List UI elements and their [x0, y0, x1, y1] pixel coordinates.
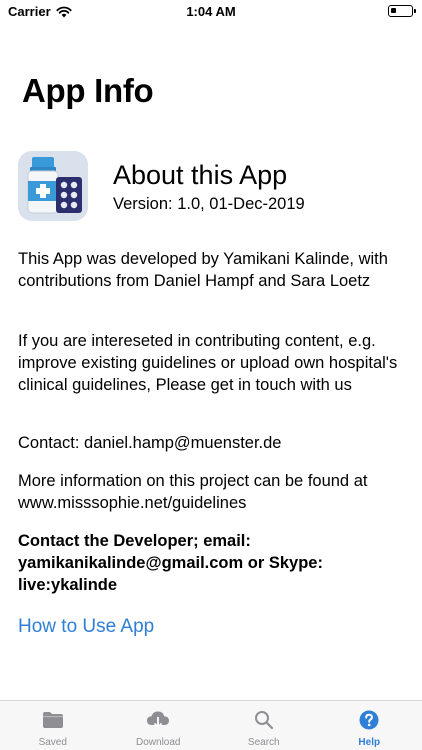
tab-label: Saved	[38, 737, 67, 748]
about-title: About this App	[113, 160, 288, 190]
contributing-text: If you are intereseted in contributing c…	[18, 332, 398, 394]
medicine-app-icon	[18, 151, 88, 221]
tab-label: Help	[358, 737, 381, 748]
developer-contact-text: Contact the Developer; email: yamikanika…	[18, 532, 323, 594]
tab-help[interactable]: Help	[317, 701, 422, 750]
developed-by-text: This App was developed by Yamikani Kalin…	[18, 250, 388, 290]
contact-text: Contact: daniel.hamp@muenster.de	[18, 434, 282, 452]
tab-bar: Saved Download Search Help	[0, 700, 422, 750]
how-to-use-link[interactable]: How to Use App	[18, 616, 154, 638]
tab-download[interactable]: Download	[106, 701, 212, 750]
folder-icon	[42, 712, 63, 728]
tab-search[interactable]: Search	[211, 701, 317, 750]
tab-label: Download	[136, 737, 181, 748]
battery-icon	[388, 5, 416, 17]
about-version: Version: 1.0, 01-Dec-2019	[113, 195, 305, 213]
tab-saved[interactable]: Saved	[0, 701, 106, 750]
more-info-text: More information on this project can be …	[18, 472, 368, 512]
page-title: App Info	[22, 72, 154, 109]
status-time: 1:04 AM	[186, 4, 236, 19]
cloud-download-icon	[147, 711, 170, 729]
search-icon	[254, 711, 273, 730]
status-bar: Carrier 1:04 AM	[0, 0, 422, 24]
help-icon	[359, 710, 379, 730]
tab-label: Search	[247, 737, 280, 748]
